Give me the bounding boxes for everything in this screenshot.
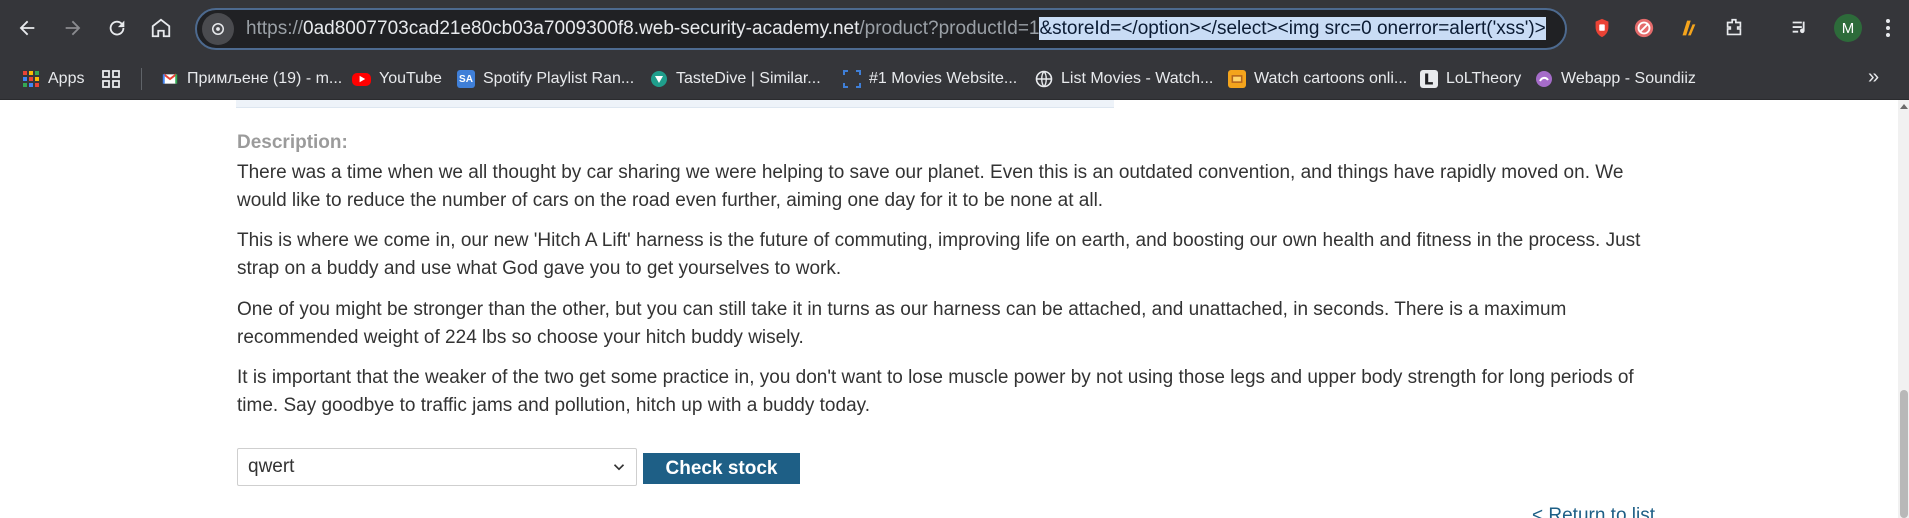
bookmark-soundiiz[interactable]: Webapp - Soundiiz	[1535, 68, 1696, 90]
globe-icon	[1035, 70, 1053, 88]
bookmarks-separator	[141, 68, 142, 90]
extensions-puzzle-icon[interactable]	[1720, 14, 1748, 42]
description-paragraph: This is where we come in, our new 'Hitch…	[237, 230, 1641, 279]
extension-adblock-icon[interactable]	[1588, 14, 1616, 42]
forward-button[interactable]	[54, 9, 92, 47]
url-host: 0ad8007703cad21e80cb03a7009300f8.web-sec…	[303, 18, 860, 39]
soundiiz-icon	[1535, 70, 1553, 88]
bookmark-label: TasteDive | Similar...	[676, 70, 821, 87]
back-button[interactable]	[8, 9, 46, 47]
bookmark-watch-cartoons[interactable]: Watch cartoons onli...	[1228, 68, 1407, 90]
page-content: Description: There was a time when we al…	[0, 100, 1898, 518]
chevron-down-icon	[613, 464, 625, 471]
url-text[interactable]: https://0ad8007703cad21e80cb03a7009300f8…	[246, 17, 1546, 40]
return-to-list-link[interactable]: < Return to list	[1532, 505, 1655, 518]
store-select[interactable]: qwert	[237, 448, 637, 486]
url-scheme: https://	[246, 18, 304, 39]
browser-menu-icon[interactable]	[1876, 14, 1900, 42]
gmail-icon	[161, 70, 179, 88]
bookmark-list-movies[interactable]: List Movies - Watch...	[1035, 68, 1213, 90]
store-select-value: qwert	[248, 456, 295, 477]
apps-grid-icon	[22, 70, 40, 88]
bookmark-movies-website[interactable]: #1 Movies Website...	[843, 68, 1017, 90]
site-info-button[interactable]	[202, 13, 234, 45]
bookmark-label: #1 Movies Website...	[869, 70, 1018, 87]
bookmark-label: Watch cartoons onli...	[1254, 70, 1408, 87]
tastedive-icon	[650, 70, 668, 88]
page-scrollbar[interactable]	[1898, 100, 1909, 518]
tab-groups-icon	[102, 70, 120, 88]
bookmarks-bar: Apps Примљене (19) - m... YouTube SA Spo…	[0, 56, 1909, 100]
description-paragraph: One of you might be stronger than the ot…	[237, 299, 1567, 348]
extension-bookmark-icon[interactable]	[1674, 14, 1702, 42]
home-icon	[151, 18, 171, 38]
back-arrow-icon	[19, 20, 35, 36]
profile-avatar[interactable]: M	[1834, 14, 1862, 42]
spotify-tool-icon: SA	[457, 70, 475, 88]
bookmark-label: YouTube	[379, 70, 442, 87]
scrollbar-thumb[interactable]	[1900, 390, 1908, 518]
forward-arrow-icon	[65, 20, 81, 36]
bookmark-label: Spotify Playlist Ran...	[483, 70, 635, 87]
reload-icon	[109, 20, 125, 36]
reload-button[interactable]	[98, 9, 136, 47]
address-bar[interactable]: https://0ad8007703cad21e80cb03a7009300f8…	[195, 8, 1567, 50]
youtube-icon	[352, 72, 371, 86]
media-controls-icon[interactable]	[1786, 14, 1814, 42]
product-image-edge	[236, 100, 1114, 108]
bookmark-apps[interactable]: Apps	[22, 68, 84, 90]
bookmark-label: Apps	[48, 70, 85, 87]
home-button[interactable]	[142, 9, 180, 47]
movies-icon	[843, 70, 861, 88]
bookmark-label: Примљене (19) - m...	[187, 70, 343, 87]
bookmark-spotify-playlist[interactable]: SA Spotify Playlist Ran...	[457, 68, 634, 90]
bookmark-label: LoLTheory	[1446, 70, 1522, 87]
check-stock-button[interactable]: Check stock	[643, 453, 800, 484]
description-paragraph: There was a time when we all thought by …	[237, 162, 1624, 211]
bookmark-label: List Movies - Watch...	[1061, 70, 1214, 87]
bookmarks-overflow-icon[interactable]: »	[1868, 66, 1879, 89]
bookmark-tastedive[interactable]: TasteDive | Similar...	[650, 68, 821, 90]
cartoons-icon	[1228, 70, 1246, 88]
bookmark-loltheory[interactable]: LoLTheory	[1420, 68, 1521, 90]
extension-block-icon[interactable]	[1630, 14, 1658, 42]
loltheory-icon	[1420, 70, 1438, 88]
description-label: Description:	[237, 132, 348, 153]
url-selected-text: &storeId=</option></select><img src=0 on…	[1039, 17, 1546, 40]
browser-toolbar: https://0ad8007703cad21e80cb03a7009300f8…	[0, 0, 1909, 56]
description-paragraph: It is important that the weaker of the t…	[237, 367, 1634, 416]
tune-icon	[212, 23, 224, 35]
scroll-up-arrow-icon[interactable]	[1900, 104, 1908, 109]
bookmark-label: Webapp - Soundiiz	[1561, 70, 1696, 87]
url-path: /product?productId=1	[859, 18, 1040, 39]
bookmark-tab-groups[interactable]	[102, 68, 128, 90]
bookmark-gmail[interactable]: Примљене (19) - m...	[161, 68, 342, 90]
bookmark-youtube[interactable]: YouTube	[352, 68, 442, 90]
